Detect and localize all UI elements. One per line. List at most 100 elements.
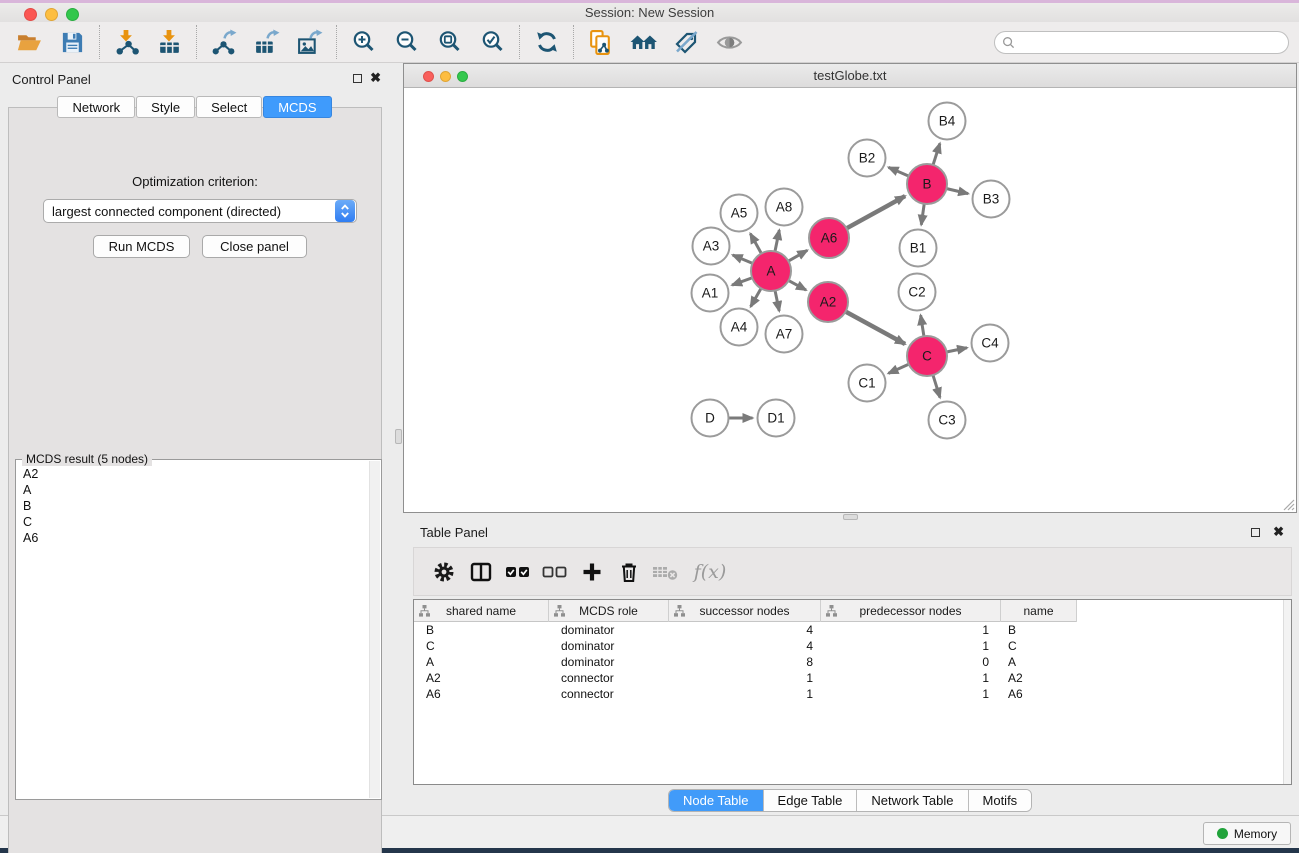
mcds-result-list[interactable]: A2ABCA6 [17, 462, 368, 798]
float-panel-icon[interactable] [1251, 528, 1260, 537]
table-row[interactable]: Cdominator41C [414, 638, 1291, 654]
table-cell[interactable]: connector [549, 670, 669, 686]
graph-edge-A-A5[interactable] [750, 234, 762, 256]
table-row[interactable]: A2connector11A2 [414, 670, 1291, 686]
graph-node-A6[interactable]: A6 [809, 218, 849, 258]
close-panel-button[interactable]: Close panel [202, 235, 307, 258]
show-hide-graphics-details-button[interactable] [708, 23, 751, 61]
table-cell[interactable]: 1 [821, 622, 1001, 638]
graph-node-A[interactable]: A [751, 251, 791, 291]
tab-edge-table[interactable]: Edge Table [764, 790, 858, 811]
table-cell[interactable]: 8 [669, 654, 821, 670]
graph-edge-C-C1[interactable] [888, 363, 910, 373]
graph-node-A3[interactable]: A3 [693, 228, 730, 265]
split-table-button[interactable] [462, 552, 499, 592]
column-header-predecessor-nodes[interactable]: predecessor nodes [821, 600, 1001, 622]
criterion-dropdown[interactable]: largest connected component (directed) [43, 199, 357, 223]
table-cell[interactable]: A [1001, 654, 1077, 670]
graph-node-C[interactable]: C [907, 336, 947, 376]
graph-edge-C-C3[interactable] [932, 373, 940, 397]
import-table-button[interactable] [148, 23, 191, 61]
graph-node-B4[interactable]: B4 [929, 103, 966, 140]
graph-edge-B-B3[interactable] [945, 188, 969, 194]
graph-node-C2[interactable]: C2 [899, 274, 936, 311]
table-cell[interactable]: A2 [414, 670, 549, 686]
column-header-successor-nodes[interactable]: successor nodes [669, 600, 821, 622]
function-builder-button[interactable]: f(x) [684, 552, 736, 592]
graph-node-A2[interactable]: A2 [808, 282, 848, 322]
import-network-button[interactable] [105, 23, 148, 61]
graph-node-A1[interactable]: A1 [692, 275, 729, 312]
tab-network-table[interactable]: Network Table [857, 790, 968, 811]
graph-node-A8[interactable]: A8 [766, 189, 803, 226]
mcds-result-scrollbar[interactable] [369, 461, 380, 798]
mcds-result-item[interactable]: B [23, 498, 368, 514]
graph-edge-A-A4[interactable] [751, 287, 762, 307]
search-field[interactable] [994, 31, 1289, 54]
table-cell[interactable]: A6 [1001, 686, 1077, 702]
tab-select[interactable]: Select [196, 96, 262, 118]
graph-node-C1[interactable]: C1 [849, 365, 886, 402]
zoom-out-button[interactable] [385, 23, 428, 61]
graph-edge-A-A6[interactable] [787, 250, 808, 262]
tab-network[interactable]: Network [57, 96, 135, 118]
table-cell[interactable]: connector [549, 686, 669, 702]
export-table-button[interactable] [245, 23, 288, 61]
close-panel-icon[interactable]: ✖ [370, 70, 381, 85]
table-cell[interactable]: 1 [821, 670, 1001, 686]
table-cell[interactable]: dominator [549, 654, 669, 670]
zoom-selected-button[interactable] [471, 23, 514, 61]
open-session-button[interactable] [8, 23, 51, 61]
graph-edge-A-A1[interactable] [732, 277, 754, 285]
graph-node-B1[interactable]: B1 [900, 230, 937, 267]
search-input[interactable] [1019, 35, 1288, 51]
tab-node-table[interactable]: Node Table [669, 790, 764, 811]
delete-columns-button[interactable] [610, 552, 647, 592]
table-cell[interactable]: dominator [549, 638, 669, 654]
table-cell[interactable]: 1 [669, 686, 821, 702]
column-header-name[interactable]: name [1001, 600, 1077, 622]
graph-node-D[interactable]: D [692, 400, 729, 437]
mcds-result-item[interactable]: A2 [23, 466, 368, 482]
first-neighbors-button[interactable] [622, 23, 665, 61]
mcds-result-item[interactable]: C [23, 514, 368, 530]
save-session-button[interactable] [51, 23, 94, 61]
delete-table-button[interactable] [647, 552, 684, 592]
graph-edge-B-B2[interactable] [889, 167, 911, 176]
run-mcds-button[interactable]: Run MCDS [93, 235, 190, 258]
graph-edge-B-B1[interactable] [921, 202, 924, 225]
float-panel-icon[interactable] [353, 74, 362, 83]
graph-edge-C-C2[interactable] [921, 315, 925, 338]
panel-divider-grip[interactable] [395, 429, 402, 444]
graph-node-B[interactable]: B [907, 164, 947, 204]
column-header-shared-name[interactable]: shared name [414, 600, 549, 622]
tab-mcds[interactable]: MCDS [263, 96, 331, 118]
close-panel-icon[interactable]: ✖ [1273, 524, 1284, 539]
graph-node-B2[interactable]: B2 [849, 140, 886, 177]
table-row[interactable]: A6connector11A6 [414, 686, 1291, 702]
graph-edge-A2-C[interactable] [844, 311, 905, 344]
new-network-from-selection-button[interactable] [579, 23, 622, 61]
table-cell[interactable]: 1 [821, 638, 1001, 654]
fit-content-button[interactable] [428, 23, 471, 61]
memory-button[interactable]: Memory [1203, 822, 1291, 845]
select-all-columns-button[interactable] [499, 552, 536, 592]
graph-node-B3[interactable]: B3 [973, 181, 1010, 218]
table-cell[interactable]: C [1001, 638, 1077, 654]
table-cell[interactable]: 1 [669, 670, 821, 686]
graph-node-A7[interactable]: A7 [766, 316, 803, 353]
graph-edge-A-A8[interactable] [775, 230, 780, 253]
graph-edge-B-B4[interactable] [932, 143, 939, 166]
table-cell[interactable]: 1 [821, 686, 1001, 702]
unselect-all-columns-button[interactable] [536, 552, 573, 592]
table-cell[interactable]: 4 [669, 622, 821, 638]
export-network-button[interactable] [202, 23, 245, 61]
mcds-result-item[interactable]: A6 [23, 530, 368, 546]
table-cell[interactable]: A2 [1001, 670, 1077, 686]
tab-style[interactable]: Style [136, 96, 195, 118]
export-image-button[interactable] [288, 23, 331, 61]
mcds-result-item[interactable]: A [23, 482, 368, 498]
table-row[interactable]: Bdominator41B [414, 622, 1291, 638]
table-cell[interactable]: B [1001, 622, 1077, 638]
graph-edge-A6-B[interactable] [845, 196, 905, 229]
